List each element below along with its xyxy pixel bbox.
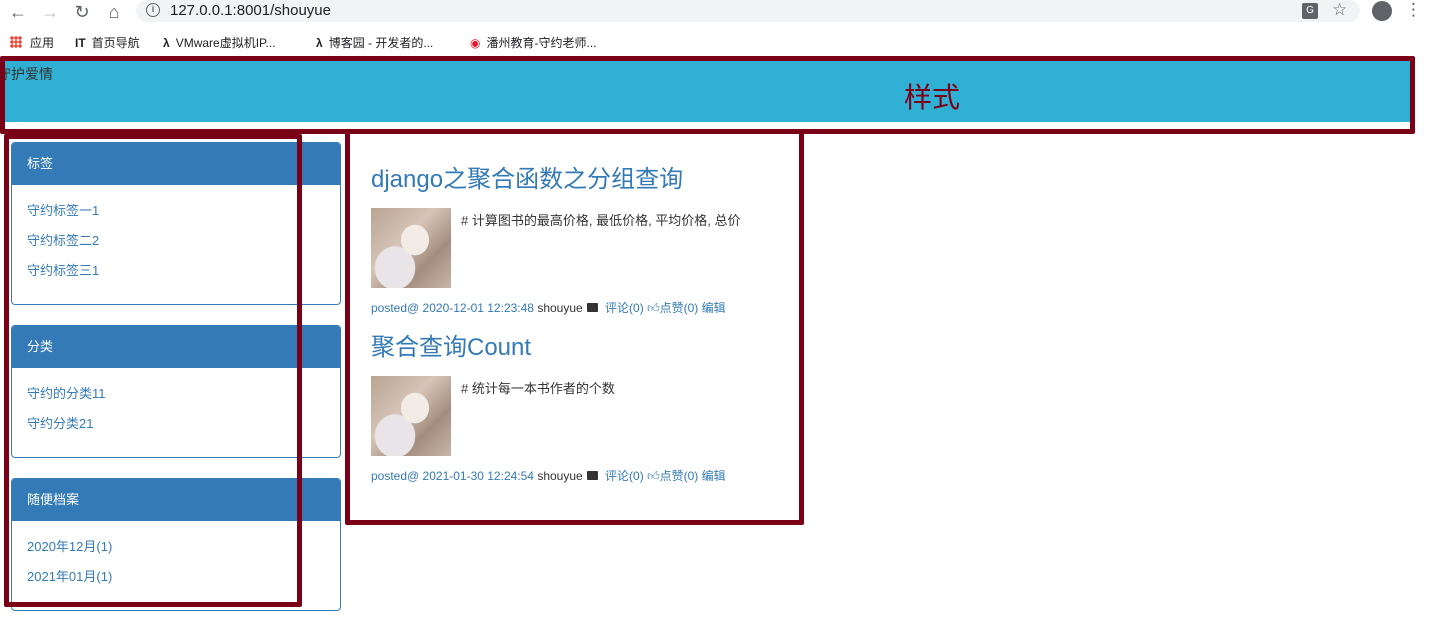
bookmark-cnblogs[interactable]: λ 博客园 - 开发者的... [316, 33, 433, 53]
comment-icon [586, 303, 598, 312]
article-item: 聚合查询Count # 统计每一本书作者的个数 posted@ 2021-01-… [371, 327, 726, 484]
info-icon[interactable]: i [146, 3, 160, 17]
back-icon[interactable]: ← [8, 2, 28, 22]
article-title-link[interactable]: 聚合查询Count [371, 327, 726, 362]
edit-link[interactable]: 编辑 [702, 301, 726, 315]
tags-panel: 标签 守约标签一1 守约标签二2 守约标签三1 [11, 142, 341, 305]
posted-date[interactable]: posted@ 2021-01-30 12:24:54 [371, 469, 534, 483]
panel-heading: 标签 [12, 143, 340, 185]
url-text[interactable]: 127.0.0.1:8001/shouyue [170, 2, 331, 19]
category-link[interactable]: 守约分类21 [27, 414, 325, 444]
browser-toolbar: ← → ↻ ⌂ i 127.0.0.1:8001/shouyue G ☆ ⋮ [0, 0, 1429, 24]
apps-icon [10, 36, 22, 48]
category-panel: 分类 守约的分类11 守约分类21 [11, 325, 341, 458]
tag-link[interactable]: 守约标签三1 [27, 261, 325, 291]
like-link[interactable]: 点赞(0) [660, 301, 699, 315]
edit-link[interactable]: 编辑 [702, 469, 726, 483]
archive-link[interactable]: 2020年12月(1) [27, 537, 325, 567]
article-summary: # 计算图书的最高价格, 最低价格, 平均价格, 总价 [461, 213, 741, 228]
panel-heading: 随便档案 [12, 479, 340, 521]
article-meta: posted@ 2021-01-30 12:24:54 shouyue 评论(0… [371, 467, 726, 484]
comment-link[interactable]: 评论(0) [605, 469, 644, 483]
author-name: shouyue [537, 469, 583, 483]
author-avatar[interactable] [371, 376, 451, 456]
thumbs-up-icon: 👍︎ [647, 301, 660, 315]
article-item: django之聚合函数之分组查询 # 计算图书的最高价格, 最低价格, 平均价格… [371, 159, 741, 316]
comment-icon [586, 471, 598, 480]
bookmarks-bar: 应用 IT 首页导航 λ VMware虚拟机IP... λ 博客园 - 开发者的...… [0, 33, 1429, 53]
site-brand[interactable]: 守护爱情 [0, 64, 53, 84]
author-avatar[interactable] [371, 208, 451, 288]
site-icon: λ [316, 36, 323, 50]
annotation-title: 样式 [904, 82, 961, 113]
category-link[interactable]: 守约的分类11 [27, 384, 325, 414]
translate-icon[interactable]: G [1302, 3, 1318, 19]
thumbs-up-icon: 👍︎ [647, 469, 660, 483]
tag-link[interactable]: 守约标签二2 [27, 231, 325, 261]
tag-link[interactable]: 守约标签一1 [27, 201, 325, 231]
comment-link[interactable]: 评论(0) [605, 301, 644, 315]
article-summary: # 统计每一本书作者的个数 [461, 381, 615, 396]
archive-link[interactable]: 2021年01月(1) [27, 567, 325, 597]
site-icon: λ [163, 36, 170, 50]
forward-icon[interactable]: → [40, 2, 60, 22]
bookmark-apps[interactable]: 应用 [10, 33, 54, 53]
bookmark-label: 博客园 - 开发者的... [328, 36, 434, 50]
account-icon[interactable] [1372, 1, 1392, 21]
bookmark-label: 应用 [30, 36, 55, 50]
kebab-menu-icon[interactable]: ⋮ [1405, 0, 1422, 20]
bookmark-homepage-nav[interactable]: IT 首页导航 [75, 33, 140, 53]
bookmark-vmware[interactable]: λ VMware虚拟机IP... [163, 33, 276, 53]
article-title-link[interactable]: django之聚合函数之分组查询 [371, 159, 726, 194]
it-icon: IT [75, 36, 86, 50]
article-meta: posted@ 2020-12-01 12:23:48 shouyue 评论(0… [371, 299, 726, 316]
bookmark-label: 首页导航 [91, 36, 140, 50]
bookmark-weibo[interactable]: ◉ 潘州教育-守约老师... [470, 33, 596, 53]
author-name: shouyue [537, 301, 583, 315]
archive-panel: 随便档案 2020年12月(1) 2021年01月(1) [11, 478, 341, 611]
like-link[interactable]: 点赞(0) [660, 469, 699, 483]
site-header: 守护爱情 样式 [0, 61, 1412, 122]
home-icon[interactable]: ⌂ [104, 2, 124, 22]
panel-heading: 分类 [12, 326, 340, 368]
reload-icon[interactable]: ↻ [72, 2, 92, 22]
posted-date[interactable]: posted@ 2020-12-01 12:23:48 [371, 301, 534, 315]
address-bar[interactable]: i 127.0.0.1:8001/shouyue G ☆ [136, 0, 1360, 22]
weibo-icon: ◉ [470, 36, 481, 50]
bookmark-label: VMware虚拟机IP... [175, 36, 276, 50]
bookmark-label: 潘州教育-守约老师... [486, 36, 597, 50]
bookmark-star-icon[interactable]: ☆ [1332, 0, 1347, 20]
